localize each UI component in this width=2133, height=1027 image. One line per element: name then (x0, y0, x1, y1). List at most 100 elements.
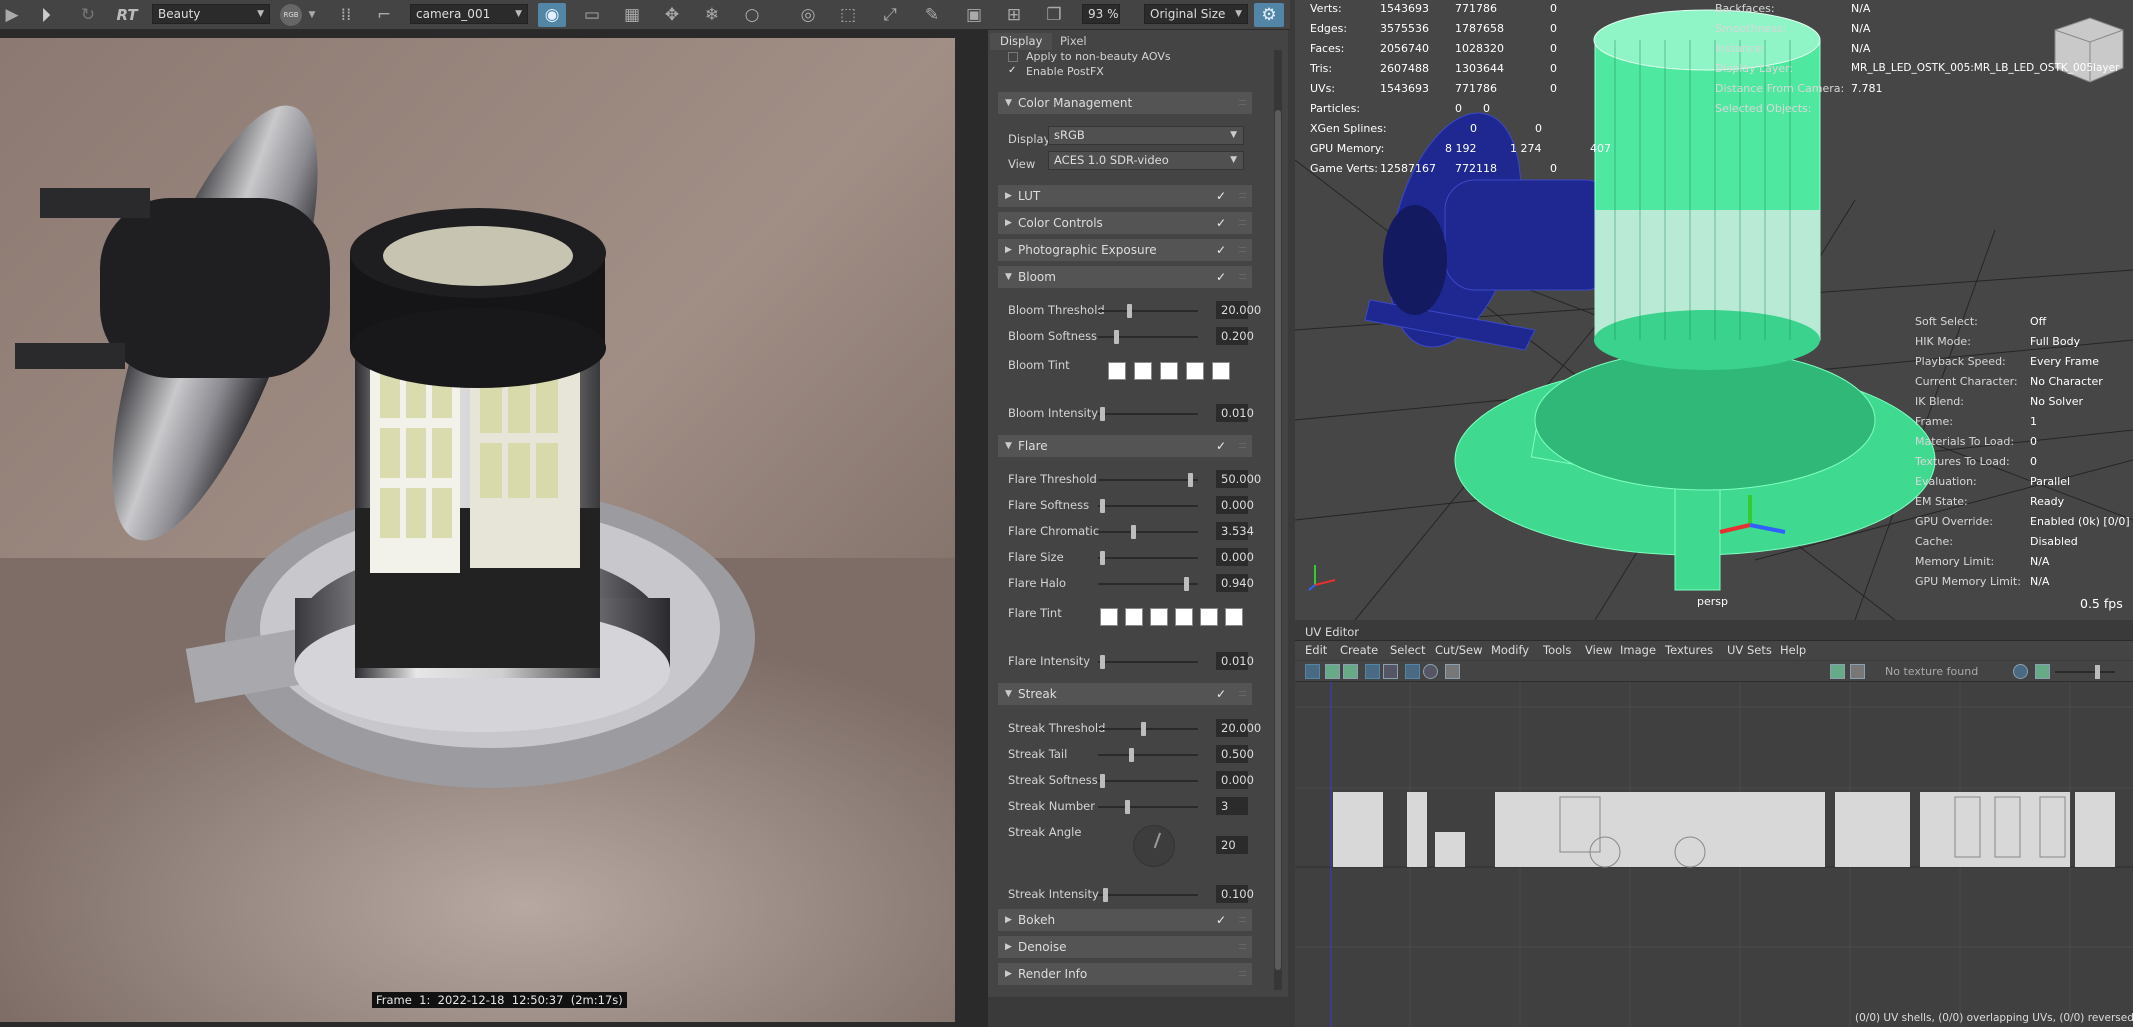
uv-shade-icon[interactable] (1343, 664, 1358, 679)
streak-softness-slider[interactable] (1098, 774, 1198, 788)
slider-handle[interactable] (1184, 577, 1189, 591)
slider-handle[interactable] (1188, 473, 1193, 487)
flare-halo-slider[interactable] (1098, 577, 1198, 591)
uv-checker-icon[interactable] (1325, 664, 1340, 679)
section-photographic-exposure[interactable]: ▶ Photographic Exposure ✓ (998, 239, 1252, 261)
uv-pixel-snap-icon[interactable] (1423, 664, 1438, 679)
freeze-icon[interactable]: ❄ (700, 3, 724, 27)
lut-enable-checkbox[interactable]: ✓ (1214, 189, 1228, 203)
layer-select[interactable]: Beauty ▼ (152, 4, 270, 24)
section-streak[interactable]: ▼ Streak ✓ (998, 683, 1252, 705)
panel-scrollbar[interactable] (1274, 50, 1282, 990)
flare-tint-swatch[interactable] (1150, 608, 1168, 626)
bloom-tint-swatch[interactable] (1160, 362, 1178, 380)
grid-dots-icon[interactable]: ⁞⁞ (334, 3, 358, 27)
streak-softness-field[interactable]: 0.000 (1216, 771, 1254, 789)
flare-intensity-slider[interactable] (1098, 655, 1198, 669)
slider-handle[interactable] (1127, 304, 1132, 318)
slider-handle[interactable] (1103, 888, 1108, 902)
bloom-intensity-slider[interactable] (1098, 407, 1198, 421)
flare-softness-slider[interactable] (1098, 499, 1198, 513)
section-denoise[interactable]: ▶ Denoise (998, 936, 1252, 958)
streak-enable-checkbox[interactable]: ✓ (1214, 687, 1228, 701)
region-grid-icon[interactable]: ▦ (620, 3, 644, 27)
menu-select[interactable]: Select (1390, 643, 1425, 657)
exposure-slider[interactable] (2055, 665, 2115, 679)
bloom-tint-swatch[interactable] (1212, 362, 1230, 380)
display-select[interactable]: sRGB ▼ (1048, 126, 1244, 145)
exposure-enable-checkbox[interactable]: ✓ (1214, 243, 1228, 257)
fit-icon[interactable]: ⬚ (836, 3, 860, 27)
streak-angle-dial[interactable] (1133, 825, 1175, 867)
slider-handle[interactable] (1100, 774, 1105, 788)
bloom-intensity-field[interactable]: 0.010 (1216, 404, 1254, 422)
section-render-info[interactable]: ▶ Render Info (998, 963, 1252, 985)
section-bloom[interactable]: ▼ Bloom ✓ (998, 266, 1252, 288)
slider-handle[interactable] (1100, 655, 1105, 669)
camera-icon[interactable]: ▭ (580, 3, 604, 27)
streak-number-field[interactable]: 3 (1216, 797, 1248, 815)
slider-handle[interactable] (1129, 748, 1134, 762)
snapshot-icon[interactable]: ◉ (538, 3, 566, 27)
menu-edit[interactable]: Edit (1305, 643, 1327, 657)
streak-tail-field[interactable]: 0.500 (1216, 745, 1254, 763)
bloom-tint-swatch[interactable] (1108, 362, 1126, 380)
slider-handle[interactable] (1125, 800, 1130, 814)
rt-toggle[interactable]: RT (112, 3, 142, 27)
flare-tint-swatch[interactable] (1125, 608, 1143, 626)
scrollbar-thumb[interactable] (1275, 110, 1281, 970)
slider-handle[interactable] (1114, 330, 1119, 344)
texture-image-icon[interactable] (1830, 664, 1845, 679)
flare-tint-swatch[interactable] (1200, 608, 1218, 626)
play-render-icon[interactable]: ⏵ (34, 3, 58, 27)
menu-tools[interactable]: Tools (1543, 643, 1571, 657)
bloom-softness-slider[interactable] (1098, 330, 1198, 344)
exposure-icon[interactable] (2013, 664, 2028, 679)
crop-icon[interactable]: ⌐ (372, 3, 396, 27)
image-icon[interactable]: ▣ (962, 3, 986, 27)
bloom-tint-swatch[interactable] (1134, 362, 1152, 380)
bloom-enable-checkbox[interactable]: ✓ (1214, 270, 1228, 284)
menu-uv-sets[interactable]: UV Sets (1727, 643, 1772, 657)
copy-icon[interactable]: ❐ (1042, 3, 1066, 27)
section-color-management[interactable]: ▼ Color Management (998, 92, 1252, 114)
size-select[interactable]: Original Size ▼ (1144, 4, 1248, 24)
section-lut[interactable]: ▶ LUT ✓ (998, 185, 1252, 207)
streak-threshold-slider[interactable] (1098, 722, 1198, 736)
menu-modify[interactable]: Modify (1491, 643, 1529, 657)
menu-view[interactable]: View (1585, 643, 1612, 657)
color-controls-enable-checkbox[interactable]: ✓ (1214, 216, 1228, 230)
uv-frame-icon[interactable] (1365, 664, 1380, 679)
slider-handle[interactable] (2095, 665, 2100, 679)
uv-grid-canvas[interactable]: (0/0) UV shells, (0/0) overlapping UVs, … (1295, 682, 2133, 1027)
lock-icon[interactable]: ✥ (660, 3, 684, 27)
menu-cut-sew[interactable]: Cut/Sew (1435, 643, 1482, 657)
bokeh-enable-checkbox[interactable]: ✓ (1214, 913, 1228, 927)
apply-aovs-checkbox[interactable] (1008, 52, 1018, 62)
menu-create[interactable]: Create (1340, 643, 1378, 657)
slider-handle[interactable] (1100, 499, 1105, 513)
flare-tint-swatch[interactable] (1100, 608, 1118, 626)
tab-pixel[interactable]: Pixel (1050, 33, 1097, 50)
streak-angle-field[interactable]: 20 (1216, 836, 1248, 854)
streak-intensity-field[interactable]: 0.100 (1216, 885, 1254, 903)
flare-tint-swatch[interactable] (1175, 608, 1193, 626)
refresh-icon[interactable]: ↻ (76, 3, 100, 27)
section-color-controls[interactable]: ▶ Color Controls ✓ (998, 212, 1252, 234)
chevron-down-icon[interactable]: ▼ (306, 3, 318, 27)
streak-threshold-field[interactable]: 20.000 (1216, 719, 1261, 737)
flare-threshold-slider[interactable] (1098, 473, 1198, 487)
settings-panel-icon[interactable]: ⚙ (1254, 3, 1284, 27)
pen-icon[interactable]: ✎ (920, 3, 944, 27)
target-icon[interactable]: ◎ (796, 3, 820, 27)
checker-icon[interactable] (1850, 664, 1865, 679)
streak-tail-slider[interactable] (1098, 748, 1198, 762)
gamma-icon[interactable] (2035, 664, 2050, 679)
menu-image[interactable]: Image (1620, 643, 1656, 657)
render-icon[interactable]: ▶ (0, 3, 24, 27)
slider-handle[interactable] (1100, 551, 1105, 565)
uv-grid-icon[interactable] (1405, 664, 1420, 679)
menu-help[interactable]: Help (1780, 643, 1806, 657)
3d-viewport[interactable]: Verts: Edges: Faces: Tris: UVs: 1543693 … (1295, 0, 2133, 620)
rgb-channel-button[interactable]: RGB (280, 4, 302, 26)
